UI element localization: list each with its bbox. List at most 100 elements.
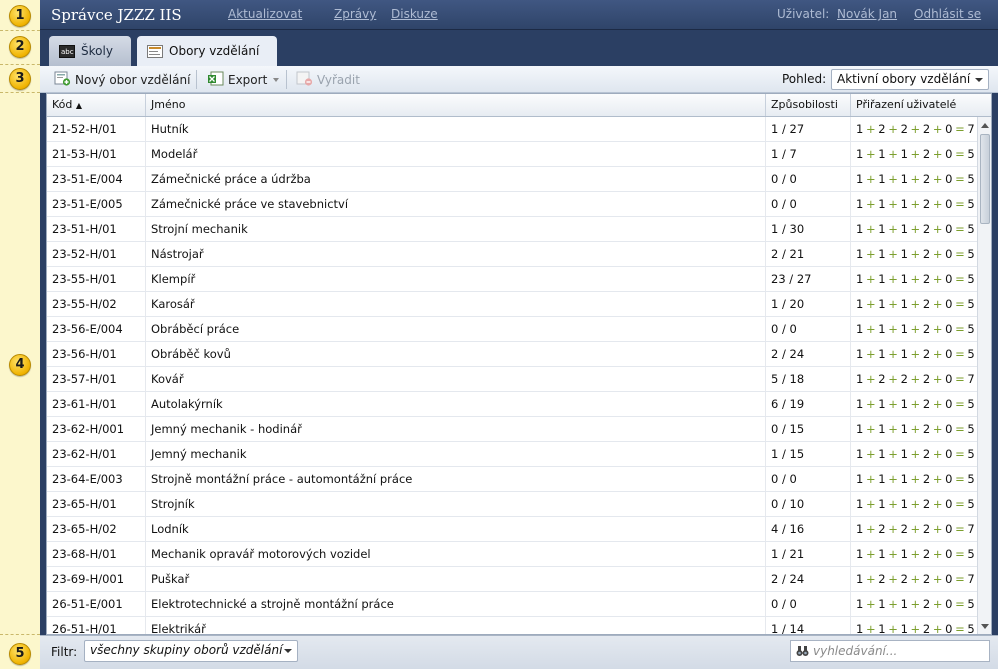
view-select[interactable]: Aktivní obory vzdělání: [831, 69, 989, 90]
filter-label: Filtr:: [51, 645, 78, 659]
cell-code: 23-55-H/01: [47, 267, 146, 291]
operator-symbol: +: [907, 422, 923, 436]
nav-link-update[interactable]: Aktualizovat: [228, 7, 302, 21]
scrollbar-thumb[interactable]: [980, 134, 990, 224]
user-count: 1: [878, 222, 886, 236]
operator-symbol: +: [907, 572, 923, 586]
table-row[interactable]: 21-52-H/01 Hutník 1 / 27 1 + 2 + 2 + 2 + 0 …: [47, 117, 977, 142]
cell-name: Obráběcí práce: [146, 317, 766, 341]
user-count: 1: [878, 172, 886, 186]
user-count: 2: [878, 122, 886, 136]
operator-symbol: +: [885, 447, 901, 461]
cell-assigned-users: 1 + 1 + 1 + 2 + 0 = 5: [851, 392, 977, 416]
user-count: 1: [878, 422, 886, 436]
user-count: 7: [967, 122, 975, 136]
operator-symbol: +: [930, 597, 946, 611]
user-count: 1: [878, 347, 886, 361]
vertical-scrollbar[interactable]: [977, 117, 991, 634]
table-row[interactable]: 21-53-H/01 Modelář 1 / 71 + 1 + 1 + 2 + 0 …: [47, 142, 977, 167]
operator-symbol: =: [952, 147, 968, 161]
table-row[interactable]: 23-52-H/01 Nástrojař 2 / 21 1 + 1 + 1 + 2 +…: [47, 242, 977, 267]
operator-symbol: =: [952, 247, 968, 261]
operator-symbol: +: [930, 147, 946, 161]
cell-competences: 0 / 10: [766, 492, 851, 516]
scroll-up-arrow-icon[interactable]: [981, 123, 989, 128]
cell-name: Nástrojař: [146, 242, 766, 266]
cell-competences: 0 / 0: [766, 317, 851, 341]
binoculars-search-icon: [796, 645, 809, 657]
user-count: 1: [878, 472, 886, 486]
user-count: 1: [900, 472, 908, 486]
table-row[interactable]: 23-61-H/01 Autolakýrník 6 / 19 1 + 1 + 1 + …: [47, 392, 977, 417]
column-header-code-label: Kód: [52, 98, 73, 111]
table-row[interactable]: 23-51-H/01 Strojní mechanik 1 / 30 1 + 1 + …: [47, 217, 977, 242]
table-row[interactable]: 23-51-E/004 Zámečnické práce a údržba 0 / …: [47, 167, 977, 192]
table-row[interactable]: 23-64-E/003 Strojně montážní práce - auto…: [47, 467, 977, 492]
table-row[interactable]: 23-62-H/01 Jemný mechanik 1 / 15 1 + 1 + 1 …: [47, 442, 977, 467]
user-count: 1: [900, 547, 908, 561]
nav-link-discussion[interactable]: Diskuze: [391, 7, 438, 21]
tab-schools[interactable]: abc Školy: [49, 36, 131, 66]
export-label: Export: [228, 72, 268, 87]
user-count: 2: [900, 572, 908, 586]
operator-symbol: +: [885, 547, 901, 561]
table-row[interactable]: 23-55-H/02 Karosář 1 / 20 1 + 1 + 1 + 2 + 0…: [47, 292, 977, 317]
scroll-down-arrow-icon[interactable]: [981, 624, 989, 629]
column-header-assigned-users[interactable]: Přiřazení uživatelé: [851, 94, 977, 116]
operator-symbol: +: [863, 547, 879, 561]
operator-symbol: +: [885, 272, 901, 286]
table-row[interactable]: 26-51-E/001 Elektrotechnické a strojně mo…: [47, 592, 977, 617]
export-button[interactable]: Export: [207, 70, 280, 89]
cell-competences: 2 / 21: [766, 242, 851, 266]
user-count: 1: [878, 397, 886, 411]
operator-symbol: +: [907, 247, 923, 261]
cell-competences: 1 / 14: [766, 617, 851, 634]
operator-symbol: +: [907, 147, 923, 161]
table-row[interactable]: 23-65-H/02 Lodník 4 / 16 1 + 2 + 2 + 2 + 0 …: [47, 517, 977, 542]
operator-symbol: =: [952, 172, 968, 186]
operator-symbol: =: [952, 197, 968, 211]
tab-bar: abc Školy Obory vzdělání: [40, 30, 998, 66]
user-name-link[interactable]: Novák Jan: [837, 7, 897, 21]
cell-competences: 1 / 15: [766, 442, 851, 466]
column-header-code[interactable]: Kód ▲: [47, 94, 146, 116]
sort-asc-icon: ▲: [75, 101, 83, 110]
table-row[interactable]: 23-56-H/01 Obráběč kovů 2 / 24 1 + 1 + 1 + …: [47, 342, 977, 367]
operator-symbol: +: [930, 297, 946, 311]
filter-select[interactable]: všechny skupiny oborů vzdělání: [84, 640, 298, 662]
document-icon: [147, 44, 163, 58]
cell-code: 23-61-H/01: [47, 392, 146, 416]
user-count: 5: [967, 272, 975, 286]
table-row[interactable]: 23-56-E/004 Obráběcí práce 0 / 01 + 1 + 1 …: [47, 317, 977, 342]
view-label: Pohled:: [782, 72, 827, 86]
table-row[interactable]: 23-65-H/01 Strojník 0 / 10 1 + 1 + 1 + 2 + …: [47, 492, 977, 517]
cell-code: 23-55-H/02: [47, 292, 146, 316]
user-count: 1: [900, 347, 908, 361]
remove-button[interactable]: Vyřadit: [296, 70, 360, 89]
cell-code: 23-56-E/004: [47, 317, 146, 341]
tab-fields-of-study[interactable]: Obory vzdělání: [137, 36, 277, 66]
logout-link[interactable]: Odhlásit se: [914, 7, 981, 21]
user-count: 5: [967, 622, 975, 635]
user-count: 1: [878, 622, 886, 635]
table-row[interactable]: 23-69-H/001 Puškař 2 / 24 1 + 2 + 2 + 2 + 0…: [47, 567, 977, 592]
operator-symbol: +: [863, 447, 879, 461]
search-input[interactable]: vyhledávání...: [790, 640, 990, 662]
table-row[interactable]: 23-51-E/005 Zámečnické práce ve stavebnic…: [47, 192, 977, 217]
cell-name: Strojník: [146, 492, 766, 516]
table-row[interactable]: 23-55-H/01 Klempíř 23 / 27 1 + 1 + 1 + 2 + …: [47, 267, 977, 292]
cell-assigned-users: 1 + 1 + 1 + 2 + 0 = 5: [851, 467, 977, 491]
column-header-name[interactable]: Jméno: [146, 94, 766, 116]
table-row[interactable]: 26-51-H/01 Elektrikář 1 / 14 1 + 1 + 1 + 2 …: [47, 617, 977, 635]
table-row[interactable]: 23-62-H/001 Jemný mechanik - hodinář 0 / 1…: [47, 417, 977, 442]
operator-symbol: +: [885, 247, 901, 261]
column-header-competences[interactable]: Způsobilosti: [766, 94, 851, 116]
user-count: 1: [900, 622, 908, 635]
operator-symbol: +: [885, 322, 901, 336]
nav-link-messages[interactable]: Zprávy: [334, 7, 376, 21]
table-row[interactable]: 23-68-H/01 Mechanik opravář motorových vo…: [47, 542, 977, 567]
table-row[interactable]: 23-57-H/01 Kovář 5 / 18 1 + 2 + 2 + 2 + 0 =…: [47, 367, 977, 392]
operator-symbol: +: [930, 272, 946, 286]
operator-symbol: +: [907, 272, 923, 286]
new-field-button[interactable]: Nový obor vzdělání: [54, 70, 190, 89]
